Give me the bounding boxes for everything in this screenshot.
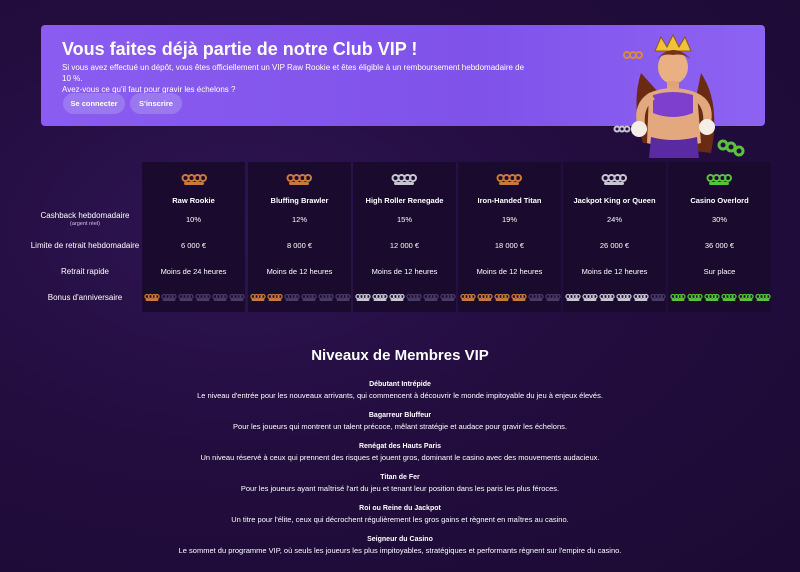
brass-knuckles-icon (301, 293, 317, 301)
brass-knuckles-bronze-icon (286, 174, 312, 185)
tier-name: Iron-Handed Titan (477, 196, 542, 205)
brass-knuckles-icon (528, 293, 544, 301)
brass-knuckles-icon (565, 293, 581, 301)
cashback-cell: 19% (501, 215, 517, 224)
brass-knuckles-icon (738, 293, 754, 301)
brass-knuckles-icon (406, 293, 422, 301)
level-description: Pour les joueurs qui montrent un talent … (233, 422, 567, 431)
level-name: Titan de Fer (380, 474, 420, 481)
brass-knuckles-icon (267, 293, 283, 301)
levels-section-title: Niveaux de Membres VIP (311, 347, 489, 364)
brass-knuckles-icon (144, 293, 160, 301)
row-label-withdrawal-limit: Limite de retrait hebdomadaire (30, 241, 140, 250)
brass-knuckles-icon (250, 293, 266, 301)
banner-subtitle-line-1: Si vous avez effectué un dépôt, vous ête… (62, 63, 525, 83)
brass-knuckles-icon (440, 293, 456, 301)
brass-knuckles-icon (633, 293, 649, 301)
brass-knuckles-silver-icon (601, 174, 627, 185)
brass-knuckles-icon (582, 293, 598, 301)
level-name: Seigneur du Casino (367, 536, 433, 543)
birthday-bonus-cell (565, 293, 666, 302)
birthday-bonus-cell (250, 293, 351, 302)
brass-knuckles-icon (389, 293, 405, 301)
signup-button[interactable]: S'inscrire (130, 93, 182, 114)
brass-knuckles-icon (460, 293, 476, 301)
row-label-birthday-bonus: Bonus d'anniversaire (47, 293, 123, 302)
fast-withdrawal-cell: Moins de 12 heures (266, 267, 333, 276)
brass-knuckles-icon (178, 293, 194, 301)
brass-knuckles-icon (335, 293, 351, 301)
brass-knuckles-icon (423, 293, 439, 301)
level-description: Le niveau d'entrée pour les nouveaux arr… (197, 391, 603, 400)
cashback-cell: 12% (291, 215, 307, 224)
fighter-mascot-illustration (613, 33, 745, 158)
brass-knuckles-icon (755, 293, 771, 301)
birthday-bonus-cell (355, 293, 456, 302)
level-name: Débutant Intrépide (369, 381, 431, 388)
fast-withdrawal-cell: Moins de 12 heures (581, 267, 648, 276)
brass-knuckles-icon (195, 293, 211, 301)
level-name: Roi ou Reine du Jackpot (359, 505, 441, 512)
brass-knuckles-icon (511, 293, 527, 301)
birthday-bonus-cell (144, 293, 245, 302)
brass-knuckles-green-icon (706, 174, 732, 185)
withdrawal-limit-cell: 36 000 € (704, 241, 735, 250)
brass-knuckles-icon (670, 293, 686, 301)
row-label-cashback: Cashback hebdomadaire (argent réel) (30, 211, 140, 227)
brass-knuckles-icon (494, 293, 510, 301)
fast-withdrawal-cell: Sur place (703, 267, 736, 276)
tier-name: Jackpot King or Queen (573, 196, 656, 205)
cashback-cell: 24% (606, 215, 622, 224)
birthday-bonus-cell (670, 293, 771, 302)
withdrawal-limit-cell: 12 000 € (389, 241, 420, 250)
brass-knuckles-icon (161, 293, 177, 301)
brass-knuckles-icon (477, 293, 493, 301)
level-description: Un titre pour l'élite, ceux qui décroche… (231, 515, 569, 524)
fast-withdrawal-cell: Moins de 12 heures (371, 267, 438, 276)
withdrawal-limit-cell: 18 000 € (494, 241, 525, 250)
brass-knuckles-icon (545, 293, 561, 301)
vip-banner: Vous faites déjà partie de notre Club VI… (41, 25, 765, 158)
withdrawal-limit-cell: 6 000 € (180, 241, 207, 250)
banner-subtitle-line-2: Avez-vous ce qu'il faut pour gravir les … (62, 85, 236, 94)
banner-subtitle: Si vous avez effectué un dépôt, vous ête… (62, 62, 532, 95)
login-button[interactable]: Se connecter (63, 93, 125, 114)
brass-knuckles-icon (229, 293, 245, 301)
fast-withdrawal-cell: Moins de 24 heures (160, 267, 227, 276)
cashback-cell: 15% (396, 215, 412, 224)
brass-knuckles-icon (687, 293, 703, 301)
brass-knuckles-icon (212, 293, 228, 301)
withdrawal-limit-cell: 8 000 € (286, 241, 313, 250)
brass-knuckles-icon (372, 293, 388, 301)
brass-knuckles-icon (721, 293, 737, 301)
cashback-cell: 30% (711, 215, 727, 224)
birthday-bonus-cell (460, 293, 561, 302)
level-description: Pour les joueurs ayant maîtrisé l'art du… (240, 484, 560, 493)
tier-name: Bluffing Brawler (270, 196, 329, 205)
level-description: Un niveau réservé à ceux qui prennent de… (200, 453, 600, 462)
row-label-cashback-text: Cashback hebdomadaire (40, 211, 130, 220)
brass-knuckles-icon (704, 293, 720, 301)
brass-knuckles-silver-icon (391, 174, 417, 185)
brass-knuckles-icon (318, 293, 334, 301)
brass-knuckles-icon (284, 293, 300, 301)
banner-title: Vous faites déjà partie de notre Club VI… (62, 39, 418, 59)
cashback-cell: 10% (185, 215, 201, 224)
brass-knuckles-icon (355, 293, 371, 301)
brass-knuckles-icon (650, 293, 666, 301)
tier-name: Raw Rookie (172, 196, 215, 205)
brass-knuckles-icon (616, 293, 632, 301)
withdrawal-limit-cell: 26 000 € (599, 241, 630, 250)
brass-knuckles-icon (599, 293, 615, 301)
brass-knuckles-bronze-icon (496, 174, 522, 185)
level-name: Renégat des Hauts Paris (358, 443, 442, 450)
tier-name: Casino Overlord (690, 196, 749, 205)
level-description: Le sommet du programme VIP, où seuls les… (178, 546, 622, 555)
row-label-fast-withdrawal: Retrait rapide (60, 267, 110, 276)
tier-name: High Roller Renegade (365, 196, 444, 205)
row-label-cashback-note: (argent réel) (70, 221, 100, 227)
level-name: Bagarreur Bluffeur (368, 412, 432, 419)
brass-knuckles-bronze-icon (181, 174, 207, 185)
fast-withdrawal-cell: Moins de 12 heures (476, 267, 543, 276)
